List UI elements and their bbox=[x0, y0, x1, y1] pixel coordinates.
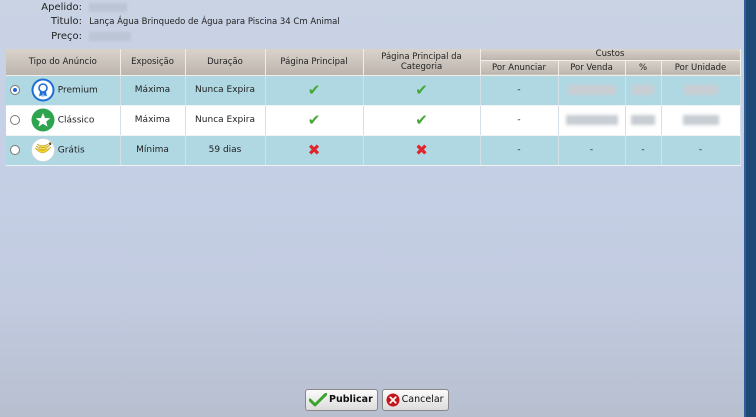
header-tipo: Tipo do Anúncio bbox=[6, 49, 121, 76]
duracao-cell: 59 dias bbox=[185, 135, 266, 166]
cancel-label: Cancelar bbox=[401, 394, 444, 405]
table-row-premium[interactable]: Premium Máxima Nunca Expira ✔ ✔ - bbox=[6, 75, 741, 106]
pagina-principal-cell: ✔ bbox=[265, 75, 364, 106]
preco-row: Preço: bbox=[0, 31, 132, 42]
header-pagina-principal: Página Principal bbox=[265, 49, 364, 76]
titulo-row: Titulo: Lança Água Brinquedo de Água par… bbox=[0, 16, 340, 27]
header-exposicao: Exposição bbox=[120, 49, 186, 76]
por-venda-cell-redacted bbox=[558, 75, 626, 106]
dialog-footer: Publicar Cancelar bbox=[305, 389, 449, 411]
cross-icon: ✖ bbox=[415, 141, 428, 159]
por-venda-cell-redacted bbox=[558, 105, 626, 136]
check-icon: ✔ bbox=[415, 111, 428, 129]
table-row-gratis[interactable]: Grátis Mínima 59 dias ✖ ✖ - - - - bbox=[6, 135, 741, 166]
ad-type-table: Tipo do Anúncio Exposição Duração Página… bbox=[6, 49, 741, 166]
free-bananas-icon bbox=[30, 138, 55, 162]
classico-radio[interactable] bbox=[10, 115, 20, 125]
classic-star-icon bbox=[31, 108, 55, 132]
cancel-icon bbox=[386, 393, 400, 406]
titulo-value: Lança Água Brinquedo de Água para Piscin… bbox=[89, 17, 340, 27]
por-anunciar-cell: - bbox=[480, 135, 559, 166]
premium-medal-icon bbox=[31, 78, 55, 102]
por-unidade-cell-redacted bbox=[661, 75, 741, 106]
header-pagina-categoria: Página Principal da Categoria bbox=[363, 49, 481, 76]
por-unidade-cell-redacted bbox=[661, 105, 741, 136]
percent-cell-redacted bbox=[625, 75, 662, 106]
por-anunciar-cell: - bbox=[480, 105, 559, 136]
pagina-principal-cell: ✔ bbox=[265, 105, 364, 136]
type-cell: Grátis bbox=[6, 135, 121, 166]
header-percent: % bbox=[625, 60, 662, 76]
table-row-classico[interactable]: Clássico Máxima Nunca Expira ✔ ✔ - bbox=[6, 105, 741, 136]
por-anunciar-cell: - bbox=[480, 75, 559, 106]
type-cell: Premium bbox=[6, 75, 121, 106]
type-label: Clássico bbox=[57, 115, 95, 126]
exposicao-cell: Máxima bbox=[120, 105, 186, 136]
pagina-categoria-cell: ✔ bbox=[363, 105, 481, 136]
preco-value-redacted bbox=[89, 31, 132, 41]
gratis-radio[interactable] bbox=[10, 145, 20, 155]
exposicao-cell: Máxima bbox=[120, 75, 186, 106]
pagina-categoria-cell: ✖ bbox=[363, 135, 481, 166]
header-por-unidade: Por Unidade bbox=[661, 60, 741, 76]
premium-radio[interactable] bbox=[10, 85, 20, 95]
exposicao-cell: Mínima bbox=[120, 135, 186, 166]
check-icon: ✔ bbox=[307, 81, 321, 99]
header-por-venda: Por Venda bbox=[558, 60, 626, 76]
cross-icon: ✖ bbox=[307, 141, 321, 159]
publish-dialog: Apelido: Titulo: Lança Água Brinquedo de… bbox=[0, 0, 746, 417]
check-icon: ✔ bbox=[307, 111, 321, 129]
redacted-value bbox=[631, 114, 655, 125]
duracao-cell: Nunca Expira bbox=[185, 75, 266, 106]
apelido-row: Apelido: bbox=[0, 2, 128, 13]
redacted-value bbox=[567, 84, 616, 95]
por-unidade-cell: - bbox=[661, 135, 741, 166]
apelido-value-redacted bbox=[89, 2, 128, 12]
apelido-label: Apelido: bbox=[41, 2, 82, 13]
redacted-value bbox=[682, 114, 719, 125]
publish-label: Publicar bbox=[329, 394, 373, 405]
type-cell: Clássico bbox=[6, 105, 121, 136]
check-icon: ✔ bbox=[415, 81, 428, 99]
preco-label: Preço: bbox=[51, 31, 82, 42]
type-label: Premium bbox=[57, 85, 98, 96]
redacted-value bbox=[683, 84, 718, 95]
redacted-value bbox=[565, 114, 618, 125]
cancel-button[interactable]: Cancelar bbox=[381, 389, 449, 411]
pagina-principal-cell: ✖ bbox=[265, 135, 364, 166]
redacted-value bbox=[632, 84, 654, 95]
percent-cell: - bbox=[625, 135, 662, 166]
type-label: Grátis bbox=[57, 145, 85, 156]
header-duracao: Duração bbox=[185, 49, 266, 76]
duracao-cell: Nunca Expira bbox=[185, 105, 266, 136]
check-icon bbox=[308, 392, 328, 406]
percent-cell-redacted bbox=[625, 105, 662, 136]
por-venda-cell: - bbox=[558, 135, 626, 166]
pagina-categoria-cell: ✔ bbox=[363, 75, 481, 106]
header-custos: Custos bbox=[480, 49, 741, 61]
header-por-anunciar: Por Anunciar bbox=[480, 60, 559, 76]
publish-button[interactable]: Publicar bbox=[305, 389, 378, 411]
titulo-label: Titulo: bbox=[50, 16, 82, 27]
